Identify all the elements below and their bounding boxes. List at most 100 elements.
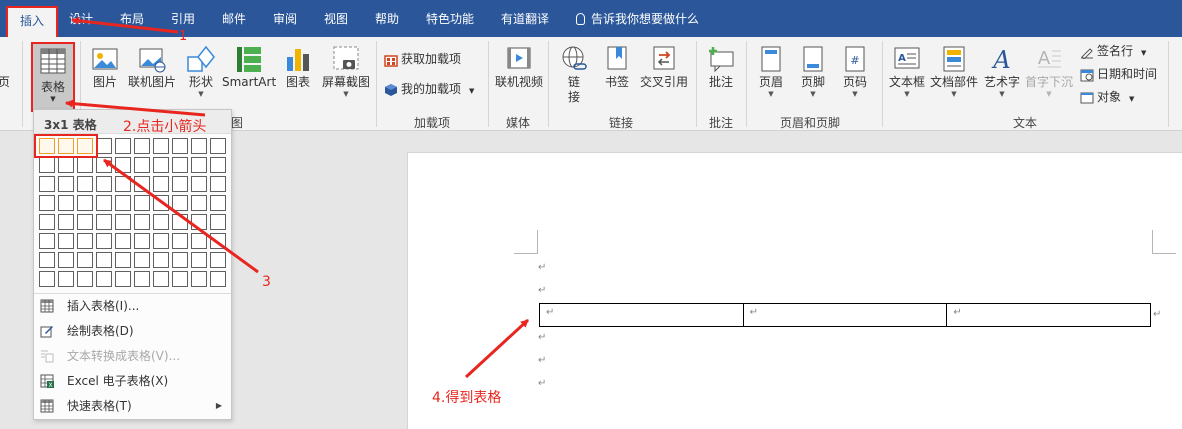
smartart-button[interactable]: SmartArt [222,45,276,90]
page-number-dropdown-arrow-icon[interactable]: ▼ [838,90,872,98]
object-dropdown-arrow-icon[interactable]: ▼ [1129,95,1134,103]
tab-review[interactable]: 审阅 [273,10,297,28]
grid-cell[interactable] [172,214,188,230]
grid-cell[interactable] [58,176,74,192]
get-addins-button[interactable]: 获取加载项 [384,49,461,69]
tab-insert[interactable]: 插入 [6,6,59,37]
menu-item-draw-table[interactable]: 绘制表格(D) [34,319,231,343]
grid-cell[interactable] [153,252,169,268]
grid-cell[interactable] [115,195,131,211]
grid-cell[interactable] [191,157,207,173]
grid-cell[interactable] [96,176,112,192]
grid-cell[interactable] [96,252,112,268]
grid-cell[interactable] [58,214,74,230]
grid-cell[interactable] [96,271,112,287]
header-button[interactable]: 页眉 ▼ [754,45,788,98]
tab-view[interactable]: 视图 [324,10,348,28]
grid-cell[interactable] [77,157,93,173]
header-dropdown-arrow-icon[interactable]: ▼ [754,90,788,98]
grid-cell[interactable] [134,271,150,287]
tab-help[interactable]: 帮助 [375,10,399,28]
my-addins-dropdown-arrow-icon[interactable]: ▼ [469,87,474,95]
grid-cell[interactable] [191,176,207,192]
comment-button[interactable]: 批注 [704,45,738,90]
grid-cell[interactable] [39,252,55,268]
grid-cell[interactable] [172,157,188,173]
grid-cell[interactable] [210,195,226,211]
online-video-button[interactable]: 联机视频 [494,45,544,90]
grid-cell[interactable] [153,157,169,173]
grid-cell[interactable] [115,214,131,230]
grid-cell[interactable] [191,214,207,230]
tell-me-box[interactable]: 告诉我你想要做什么 [576,10,699,27]
grid-cell[interactable] [210,176,226,192]
grid-cell[interactable] [134,157,150,173]
bookmark-button[interactable]: 书签 [601,45,633,90]
chart-button[interactable]: 图表 [282,45,314,90]
tab-layout[interactable]: 布局 [120,10,144,28]
grid-cell[interactable] [115,252,131,268]
table-button[interactable]: 表格 ▼ [31,42,75,112]
grid-cell[interactable] [210,157,226,173]
wordart-button[interactable]: A 艺术字 ▼ [982,45,1022,98]
menu-item-quick-tables[interactable]: 快速表格(T) ▶ [34,394,231,418]
grid-cell[interactable] [134,138,150,154]
tab-design[interactable]: 设计 [69,10,93,28]
textbox-button[interactable]: A 文本框 ▼ [888,45,926,98]
grid-cell[interactable] [172,271,188,287]
textbox-dropdown-arrow-icon[interactable]: ▼ [888,90,926,98]
grid-cell[interactable] [77,252,93,268]
grid-cell[interactable] [115,176,131,192]
grid-cell[interactable] [210,214,226,230]
grid-cell[interactable] [134,214,150,230]
grid-cell[interactable] [115,157,131,173]
grid-cell[interactable] [58,252,74,268]
grid-cell[interactable] [172,252,188,268]
grid-cell[interactable] [134,195,150,211]
document-page[interactable] [407,152,1182,429]
table-cell[interactable]: ↵ [744,304,948,326]
grid-cell[interactable] [77,176,93,192]
grid-cell[interactable] [172,138,188,154]
wordart-dropdown-arrow-icon[interactable]: ▼ [982,90,1022,98]
grid-cell[interactable] [153,176,169,192]
shapes-button[interactable]: 形状 ▼ [184,45,218,98]
picture-button[interactable]: 图片 [88,45,122,90]
grid-cell[interactable] [153,195,169,211]
grid-cell[interactable] [96,233,112,249]
grid-cell[interactable] [153,138,169,154]
grid-cell[interactable] [134,252,150,268]
quick-parts-button[interactable]: 文档部件 ▼ [930,45,978,98]
grid-cell[interactable] [115,233,131,249]
grid-cell[interactable] [58,271,74,287]
grid-cell[interactable] [172,233,188,249]
object-button[interactable]: 对象 ▼ [1080,87,1134,107]
grid-cell[interactable] [96,195,112,211]
screenshot-button[interactable]: 屏幕截图 ▼ [320,45,372,98]
grid-cell[interactable] [96,214,112,230]
grid-cell[interactable] [77,195,93,211]
date-time-button[interactable]: 日期和时间 [1080,64,1157,84]
grid-cell[interactable] [210,252,226,268]
grid-cell[interactable] [191,138,207,154]
signature-line-button[interactable]: 签名行 ▼ [1080,41,1146,61]
cross-reference-button[interactable]: 交叉引用 [638,45,690,90]
grid-cell[interactable] [172,176,188,192]
grid-cell[interactable] [39,214,55,230]
inserted-table[interactable]: ↵ ↵ ↵ [539,303,1151,327]
online-picture-button[interactable]: 联机图片 [126,45,178,90]
partial-page-button[interactable]: 页 [0,75,10,90]
grid-cell[interactable] [39,233,55,249]
grid-cell[interactable] [39,176,55,192]
table-cell[interactable]: ↵ [947,304,1150,326]
tab-references[interactable]: 引用 [171,10,195,28]
tab-youdao-translate[interactable]: 有道翻译 [501,10,549,28]
link-button[interactable]: 链 接 [556,45,592,105]
menu-item-insert-table[interactable]: 插入表格(I)... [34,294,231,318]
table-cell[interactable]: ↵ [540,304,744,326]
table-dropdown-arrow-icon[interactable]: ▼ [33,95,73,103]
grid-cell[interactable] [96,138,112,154]
my-addins-button[interactable]: 我的加载项 ▼ [384,79,474,99]
grid-cell[interactable] [96,157,112,173]
grid-cell[interactable] [210,233,226,249]
